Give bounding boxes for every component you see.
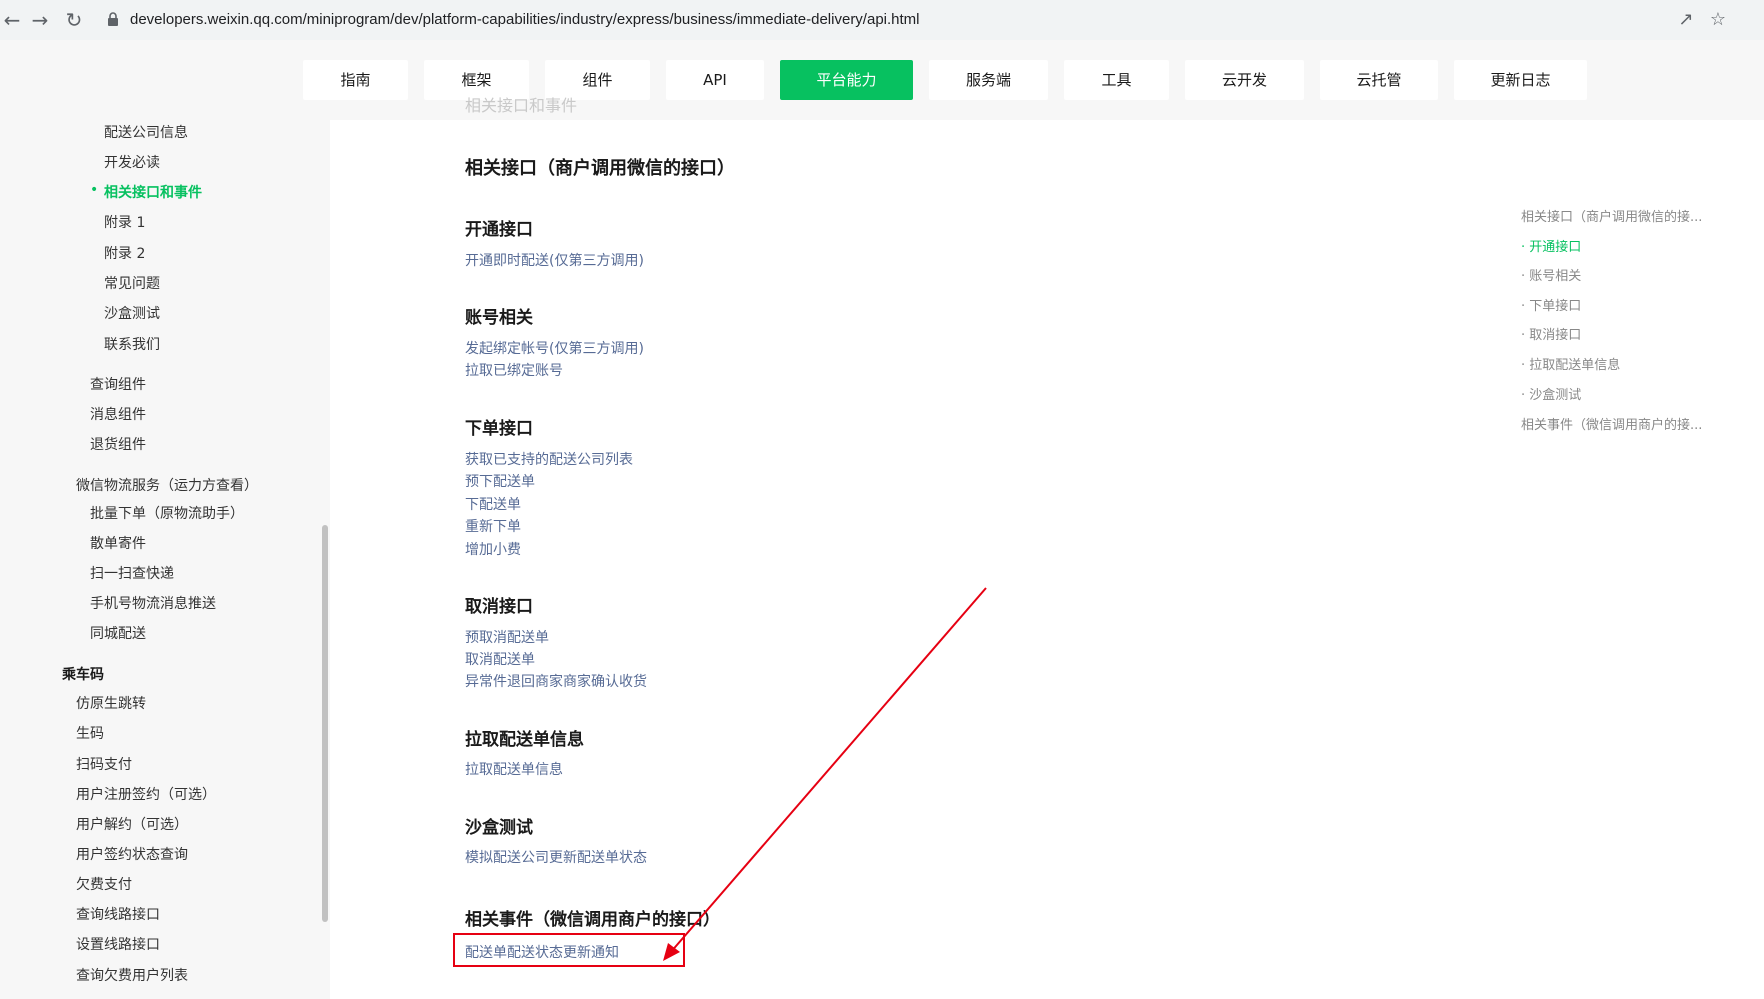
link-get-order[interactable]: 拉取配送单信息 (465, 759, 563, 779)
link-get-bound-account[interactable]: 拉取已绑定账号 (465, 360, 563, 380)
sidebar-item-contact-us[interactable]: 联系我们 (104, 334, 160, 354)
tab-cloud-development[interactable]: 云开发 (1185, 60, 1304, 100)
link-cancel-order[interactable]: 取消配送单 (465, 649, 535, 669)
arrow-right-icon[interactable]: → (28, 8, 52, 32)
tab-guide[interactable]: 指南 (303, 60, 408, 100)
heading-sandbox-test: 沙盒测试 (465, 818, 533, 838)
tab-tools[interactable]: 工具 (1064, 60, 1169, 100)
sidebar-scrollbar[interactable] (322, 525, 328, 922)
sidebar-item-logistics-service[interactable]: 微信物流服务（运力方查看） (76, 475, 258, 495)
link-mock-update-order[interactable]: 模拟配送公司更新配送单状态 (465, 847, 647, 867)
sidebar-item-message-component[interactable]: 消息组件 (90, 404, 146, 424)
sidebar-item-user-signup[interactable]: 用户注册签约（可选） (76, 784, 216, 804)
sidebar-item-set-route[interactable]: 设置线路接口 (76, 934, 160, 954)
link-pre-cancel-order[interactable]: 预取消配送单 (465, 627, 549, 647)
sidebar-section-ride-code[interactable]: 乘车码 (62, 664, 104, 684)
heading-account: 账号相关 (465, 308, 533, 328)
heading-related-events: 相关事件（微信调用商户的接口） (465, 910, 720, 930)
sidebar-item-phone-logistics-push[interactable]: 手机号物流消息推送 (90, 593, 216, 613)
sidebar-item-arrears-user-list[interactable]: 查询欠费用户列表 (76, 965, 188, 985)
sidebar-item-single-shipment[interactable]: 散单寄件 (90, 533, 146, 553)
link-add-tip[interactable]: 增加小费 (465, 539, 521, 559)
sidebar-item-native-jump[interactable]: 仿原生跳转 (76, 693, 146, 713)
heading-cancel-api: 取消接口 (465, 597, 533, 617)
bookmark-star-icon[interactable]: ☆ (1706, 8, 1730, 32)
sidebar-item-delivery-company-info[interactable]: 配送公司信息 (104, 122, 188, 142)
link-open-delivery[interactable]: 开通即时配送(仅第三方调用) (465, 250, 644, 270)
page-title: 相关接口（商户调用微信的接口） (465, 158, 735, 179)
sidebar-item-query-route[interactable]: 查询线路接口 (76, 904, 160, 924)
browser-toolbar: ← → ↻ developers.weixin.qq.com/miniprogr… (0, 0, 1764, 41)
ghost-page-title: 相关接口和事件 (465, 96, 578, 115)
sidebar-item-return-component[interactable]: 退货组件 (90, 434, 146, 454)
sidebar-item-dev-must-read[interactable]: 开发必读 (104, 152, 160, 172)
sidebar-item-scan-express[interactable]: 扫一扫查快递 (90, 563, 174, 583)
sidebar: 配送公司信息 开发必读 • 相关接口和事件 附录 1 附录 2 常见问题 沙盒测… (0, 120, 330, 999)
toc-item-activation[interactable]: · 开通接口 (1521, 236, 1581, 255)
toc-item-get-order[interactable]: · 拉取配送单信息 (1521, 354, 1620, 373)
sidebar-item-arrears-pay[interactable]: 欠费支付 (76, 874, 132, 894)
link-get-all-delivery-companies[interactable]: 获取已支持的配送公司列表 (465, 449, 633, 469)
sidebar-item-generate-code[interactable]: 生码 (76, 723, 104, 743)
toc-item-order[interactable]: · 下单接口 (1521, 295, 1581, 314)
toc-item-cancel[interactable]: · 取消接口 (1521, 324, 1581, 343)
active-marker-dot: • (90, 182, 99, 198)
sidebar-item-same-city-delivery[interactable]: 同城配送 (90, 623, 146, 643)
tab-changelog[interactable]: 更新日志 (1454, 60, 1587, 100)
tab-server[interactable]: 服务端 (929, 60, 1048, 100)
tab-api[interactable]: API (666, 60, 764, 100)
heading-order-api: 下单接口 (465, 419, 533, 439)
arrow-left-icon[interactable]: ← (0, 8, 24, 32)
heading-activation-api: 开通接口 (465, 220, 533, 240)
link-add-order[interactable]: 下配送单 (465, 494, 521, 514)
sidebar-item-sandbox-test[interactable]: 沙盒测试 (104, 303, 160, 323)
link-pre-add-order[interactable]: 预下配送单 (465, 471, 535, 491)
sidebar-item-query-component[interactable]: 查询组件 (90, 374, 146, 394)
sidebar-item-appendix-1[interactable]: 附录 1 (104, 212, 145, 232)
link-abnormal-confirm[interactable]: 异常件退回商家商家确认收货 (465, 671, 647, 691)
sidebar-item-user-cancel[interactable]: 用户解约（可选） (76, 814, 188, 834)
link-re-order[interactable]: 重新下单 (465, 516, 521, 536)
sidebar-item-sign-status-query[interactable]: 用户签约状态查询 (76, 844, 188, 864)
share-icon[interactable]: ↗ (1674, 8, 1698, 32)
lock-icon (108, 12, 118, 26)
sidebar-item-scan-pay[interactable]: 扫码支付 (76, 754, 132, 774)
annotation-highlight-box (453, 933, 685, 967)
sidebar-item-batch-order[interactable]: 批量下单（原物流助手） (90, 503, 244, 523)
heading-get-order-info: 拉取配送单信息 (465, 730, 584, 750)
toc-item-events[interactable]: 相关事件（微信调用商户的接... (1521, 414, 1702, 433)
sidebar-item-appendix-2[interactable]: 附录 2 (104, 243, 145, 263)
link-bind-account[interactable]: 发起绑定帐号(仅第三方调用) (465, 338, 644, 358)
toc-item-sandbox[interactable]: · 沙盒测试 (1521, 384, 1581, 403)
address-bar[interactable]: developers.weixin.qq.com/miniprogram/dev… (98, 4, 1698, 36)
top-navigation: 指南 框架 组件 API 平台能力 服务端 工具 云开发 云托管 更新日志 (0, 40, 1764, 120)
toc-item-account[interactable]: · 账号相关 (1521, 265, 1581, 284)
sidebar-item-faq[interactable]: 常见问题 (104, 273, 160, 293)
reload-icon[interactable]: ↻ (62, 8, 86, 32)
tab-platform-capabilities[interactable]: 平台能力 (780, 60, 913, 100)
url-text: developers.weixin.qq.com/miniprogram/dev… (130, 11, 920, 28)
sidebar-item-apis-and-events[interactable]: 相关接口和事件 (104, 182, 202, 202)
tab-cloud-hosting[interactable]: 云托管 (1320, 60, 1438, 100)
toc-item-apis[interactable]: 相关接口（商户调用微信的接... (1521, 206, 1702, 225)
